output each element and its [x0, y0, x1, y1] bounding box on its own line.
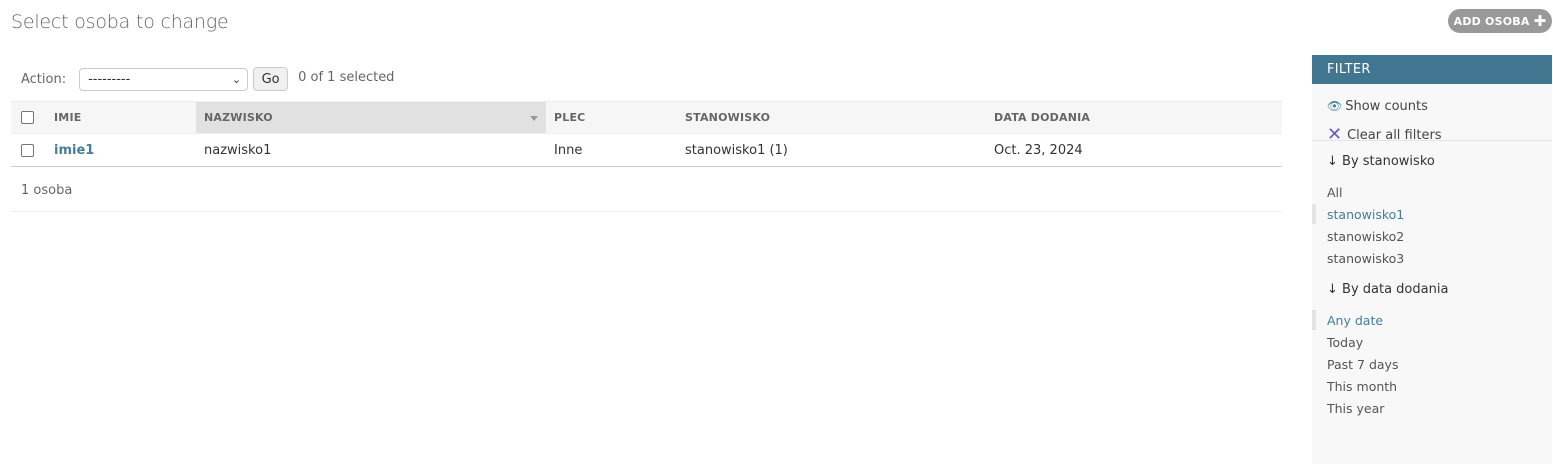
actions-bar: Action: --------- ⌄ Go 0 of 1 selected — [11, 63, 1282, 95]
column-header-imie[interactable]: IMIE — [46, 102, 196, 133]
action-counter: 0 of 1 selected — [298, 69, 395, 85]
table-header: IMIE NAZWISKO PLEC STANOWISKO DATA DODAN… — [11, 101, 1282, 134]
add-osoba-button[interactable]: ADD OSOBA ✚ — [1448, 9, 1552, 33]
column-header-stanowisko[interactable]: STANOWISKO — [677, 102, 986, 133]
column-header-plec[interactable]: PLEC — [546, 102, 677, 133]
paginator: 1 osoba — [11, 169, 1282, 212]
header-checkbox-cell — [11, 102, 46, 133]
filter-group-title: ↓ By stanowisko — [1327, 153, 1435, 169]
result-table: IMIE NAZWISKO PLEC STANOWISKO DATA DODAN… — [11, 101, 1282, 167]
filter-option-stanowisko1[interactable]: stanowisko1 — [1312, 203, 1552, 225]
go-button[interactable]: Go — [253, 67, 289, 91]
filter-option-today[interactable]: Today — [1327, 331, 1552, 353]
column-header-nazwisko[interactable]: NAZWISKO — [196, 102, 546, 133]
sort-descending-icon[interactable] — [530, 116, 538, 121]
cell-imie: imie1 — [46, 134, 196, 166]
filter-option-any-date[interactable]: Any date — [1312, 309, 1552, 331]
clear-all-filters-label: Clear all filters — [1347, 127, 1442, 143]
filter-group-stanowisko: ↓ By stanowisko All stanowisko1 stanowis… — [1312, 151, 1552, 269]
filter-option-past-7-days[interactable]: Past 7 days — [1327, 353, 1552, 375]
filter-option-stanowisko2[interactable]: stanowisko2 — [1327, 225, 1552, 247]
select-all-checkbox[interactable] — [21, 111, 34, 124]
plus-icon: ✚ — [1533, 11, 1547, 30]
cell-stanowisko: stanowisko1 (1) — [685, 142, 788, 158]
filter-option-stanowisko3[interactable]: stanowisko3 — [1327, 247, 1552, 269]
action-label: Action: — [21, 71, 67, 87]
cell-nazwisko: nazwisko1 — [204, 142, 272, 158]
filter-option-this-month[interactable]: This month — [1327, 375, 1552, 397]
row-checkbox-cell — [11, 134, 46, 166]
action-select[interactable]: --------- ⌄ — [79, 67, 249, 91]
eye-icon: 👁 — [1327, 99, 1343, 113]
row-checkbox[interactable] — [21, 143, 34, 157]
clear-all-filters-link[interactable]: ✕ Clear all filters — [1327, 124, 1537, 146]
table-row: imie1 nazwisko1 Inne stanowisko1 (1) Oct… — [11, 134, 1282, 167]
result-count: 1 osoba — [21, 182, 73, 198]
chevron-down-icon: ⌄ — [231, 72, 242, 86]
filter-sidebar: FILTER 👁 Show counts ✕ Clear all filters… — [1312, 55, 1552, 464]
show-counts-label: Show counts — [1345, 98, 1428, 114]
filter-group-data-dodania: ↓ By data dodania Any date Today Past 7 … — [1312, 279, 1552, 419]
filter-title: FILTER — [1312, 55, 1552, 84]
add-osoba-label: ADD OSOBA — [1453, 14, 1530, 28]
page-title: Select osoba to change — [11, 11, 229, 33]
column-header-nazwisko-label: NAZWISKO — [204, 111, 273, 124]
action-select-value: --------- — [88, 71, 131, 87]
row-imie-link[interactable]: imie1 — [54, 143, 94, 158]
show-counts-link[interactable]: 👁 Show counts — [1327, 95, 1537, 117]
filter-group-title: ↓ By data dodania — [1327, 281, 1449, 297]
column-header-data-dodania[interactable]: DATA DODANIA — [986, 102, 1282, 133]
filter-controls: 👁 Show counts ✕ Clear all filters — [1312, 84, 1552, 144]
filter-option-all[interactable]: All — [1327, 181, 1552, 203]
cell-data-dodania: Oct. 23, 2024 — [994, 142, 1083, 158]
close-icon: ✕ — [1327, 124, 1343, 145]
filter-option-this-year[interactable]: This year — [1327, 397, 1552, 419]
cell-plec: Inne — [554, 142, 583, 158]
